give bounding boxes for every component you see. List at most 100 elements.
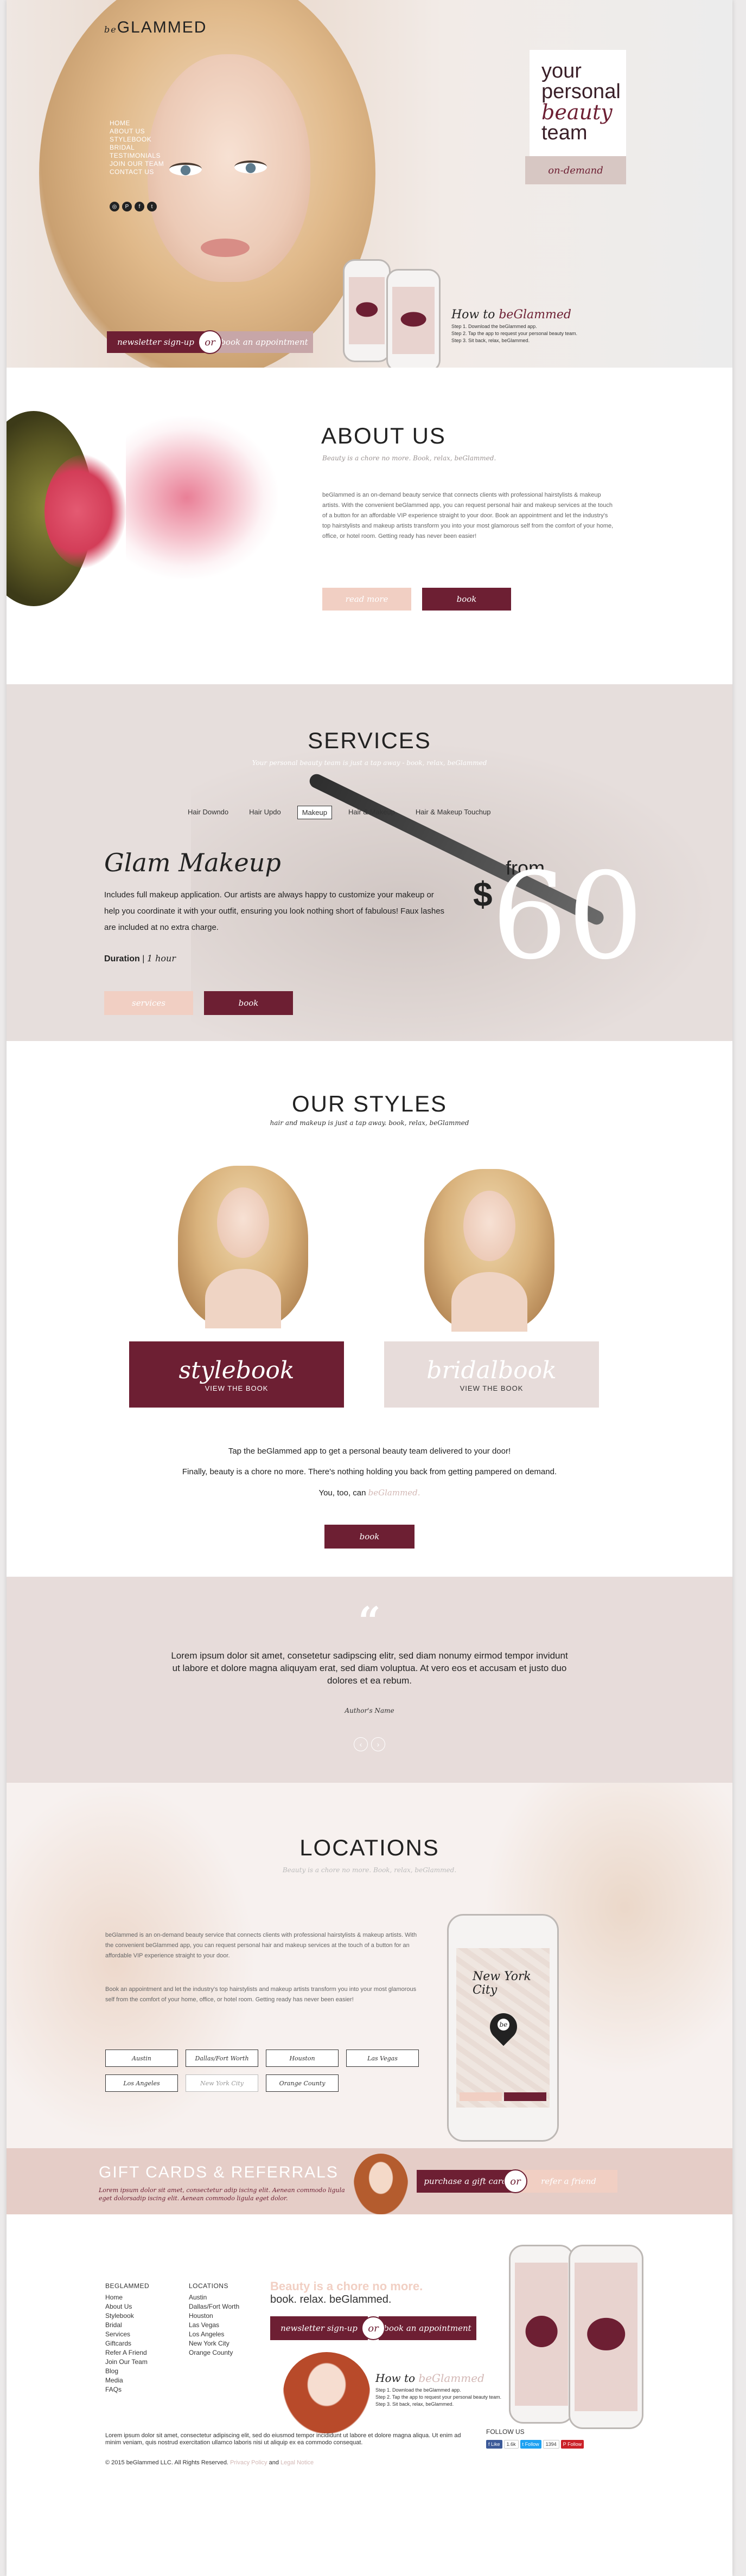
styles-book-button[interactable]: book [324, 1525, 415, 1549]
price-currency: $ [473, 875, 493, 914]
footer-link[interactable]: Los Angeles [189, 2330, 239, 2339]
facebook-like-button[interactable]: f Like [486, 2440, 502, 2449]
bridalbook-model-image [419, 1169, 560, 1332]
nav-item-join[interactable]: JOIN OUR TEAM [110, 160, 164, 168]
nav-item-contact[interactable]: CONTACT US [110, 168, 164, 176]
footer-link[interactable]: Media [105, 2376, 149, 2385]
footer-link[interactable]: Refer A Friend [105, 2348, 149, 2357]
footer-link[interactable]: Bridal [105, 2321, 149, 2330]
service-description: Includes full makeup application. Our ar… [104, 890, 445, 932]
services-button[interactable]: services [104, 991, 193, 1015]
bridalbook-card[interactable]: bridalbook VIEW THE BOOK [384, 1341, 599, 1408]
nav-item-about[interactable]: ABOUT US [110, 127, 164, 136]
pinterest-icon: P [563, 2442, 568, 2447]
prev-arrow-icon[interactable]: ‹ [354, 1737, 368, 1751]
step-1: Step 1. Download the beGlammed app. [451, 324, 537, 329]
twitter-follow-button[interactable]: t Follow [520, 2440, 541, 2449]
styles-section: OUR STYLES hair and makeup is just a tap… [7, 1041, 732, 1577]
locations-body-2: Book an appointment and let the industry… [105, 1986, 417, 2003]
phone-button-maroon[interactable] [504, 2092, 546, 2101]
footer-link[interactable]: Austin [189, 2293, 239, 2302]
duration-value: 1 hour [146, 953, 176, 963]
footer-link[interactable]: Stylebook [105, 2311, 149, 2321]
privacy-link[interactable]: Privacy Policy [230, 2459, 267, 2466]
nav-item-testimonials[interactable]: TESTIMONIALS [110, 152, 164, 160]
pinterest-follow-button[interactable]: P Follow [560, 2440, 584, 2449]
city-new-york[interactable]: New York City [186, 2074, 258, 2092]
footer-howto-title: How to beGlammed [375, 2372, 484, 2385]
model-shoulder [205, 1269, 281, 1328]
tab-hair-updo[interactable]: Hair Updo [245, 806, 285, 819]
read-more-button[interactable]: read more [322, 588, 411, 611]
howto-brand: beGlammed [499, 308, 571, 322]
duration-label: Duration [104, 954, 140, 963]
city-austin[interactable]: Austin [105, 2050, 178, 2067]
locations-section: LOCATIONS Beauty is a chore no more. Boo… [7, 1783, 732, 2148]
tab-hair-makeup[interactable]: Hair & Makeup [344, 806, 399, 819]
brand-logo[interactable]: beGLAMMED [104, 18, 207, 37]
footer-link[interactable]: FAQs [105, 2385, 149, 2394]
nav-item-bridal[interactable]: BRIDAL [110, 144, 164, 152]
stylebook-card[interactable]: stylebook VIEW THE BOOK [129, 1341, 344, 1408]
gift-text: Lorem ipsum dolor sit amet, consectetur … [99, 2187, 345, 2202]
gift-title: GIFT CARDS & REFERRALS [99, 2163, 339, 2181]
brush-tip [44, 454, 126, 568]
twitter-icon[interactable]: t [147, 202, 157, 211]
next-arrow-icon[interactable]: › [371, 1737, 385, 1751]
footer-link[interactable]: Services [105, 2330, 149, 2339]
locations-phone: New York City be [447, 1914, 559, 2142]
tab-makeup[interactable]: Makeup [297, 806, 332, 819]
city-orange-county[interactable]: Orange County [266, 2074, 339, 2092]
footer-link[interactable]: Blog [105, 2367, 149, 2376]
gift-model-image [354, 2154, 408, 2214]
footer-link[interactable]: About Us [105, 2302, 149, 2311]
stylebook-sub: VIEW THE BOOK [205, 1384, 269, 1392]
footer-promo-sub: book. relax. beGlammed. [270, 2294, 392, 2305]
nav-item-stylebook[interactable]: STYLEBOOK [110, 136, 164, 144]
footer-link[interactable]: New York City [189, 2339, 239, 2348]
nav-item-home[interactable]: HOME [110, 119, 164, 127]
footer-social-buttons: f Like 1.6k t Follow 1394 P Follow [486, 2440, 585, 2449]
footer-link[interactable]: Join Our Team [105, 2357, 149, 2367]
price-value: 60 [492, 847, 643, 986]
purchase-gift-card-button[interactable]: purchase a gift card [417, 2170, 514, 2193]
services-subtitle: Your personal beauty team is just a tap … [252, 759, 487, 767]
refer-friend-button[interactable]: refer a friend [520, 2170, 617, 2193]
newsletter-signup-button[interactable]: newsletter sign-up [107, 331, 205, 353]
footer-appointment-button[interactable]: book an appointment [379, 2316, 476, 2340]
footer-link[interactable]: Giftcards [105, 2339, 149, 2348]
footer-link[interactable]: Home [105, 2293, 149, 2302]
footer-link[interactable]: Dallas/Fort Worth [189, 2302, 239, 2311]
city-houston[interactable]: Houston [266, 2050, 339, 2067]
quote-icon: “ [358, 1598, 381, 1644]
footer-col-heading: BEGLAMMED [105, 2282, 150, 2290]
phone-screen [349, 277, 385, 344]
footer-link[interactable]: Orange County [189, 2348, 239, 2357]
tagline-box: your personal beauty team [530, 50, 626, 158]
city-las-vegas[interactable]: Las Vegas [346, 2050, 419, 2067]
services-book-button[interactable]: book [204, 991, 293, 1015]
copyright: © 2015 beGlammed LLC. All Rights Reserve… [105, 2459, 228, 2466]
model-shoulder [451, 1272, 527, 1332]
footer-legal-text: Lorem ipsum dolor sit amet, consectetur … [105, 2432, 461, 2446]
tagline-line1: your [541, 60, 582, 82]
facebook-icon[interactable]: f [135, 202, 144, 211]
phone-city-label: New York City [473, 1970, 531, 1997]
city-dallas[interactable]: Dallas/Fort Worth [186, 2050, 258, 2067]
book-appointment-button[interactable]: book an appointment [215, 331, 313, 353]
services-section: SERVICES Your personal beauty team is ju… [7, 684, 732, 1041]
phone-screen [575, 2263, 637, 2411]
pinterest-icon[interactable]: P [122, 202, 132, 211]
tab-hair-makeup-touchup[interactable]: Hair & Makeup Touchup [411, 806, 495, 819]
phone-button-pink[interactable] [460, 2092, 502, 2101]
tab-hair-downdo[interactable]: Hair Downdo [183, 806, 233, 819]
city-los-angeles[interactable]: Los Angeles [105, 2074, 178, 2092]
beglammed-link[interactable]: beGlammed. [368, 1488, 420, 1498]
about-book-button[interactable]: book [422, 588, 511, 611]
instagram-icon[interactable]: ◎ [110, 202, 119, 211]
footer-newsletter-button[interactable]: newsletter sign-up [270, 2316, 368, 2340]
hero-section: beGLAMMED HOME ABOUT US STYLEBOOK BRIDAL… [7, 0, 732, 368]
legal-link[interactable]: Legal Notice [280, 2459, 314, 2466]
footer-link[interactable]: Las Vegas [189, 2321, 239, 2330]
footer-link[interactable]: Houston [189, 2311, 239, 2321]
